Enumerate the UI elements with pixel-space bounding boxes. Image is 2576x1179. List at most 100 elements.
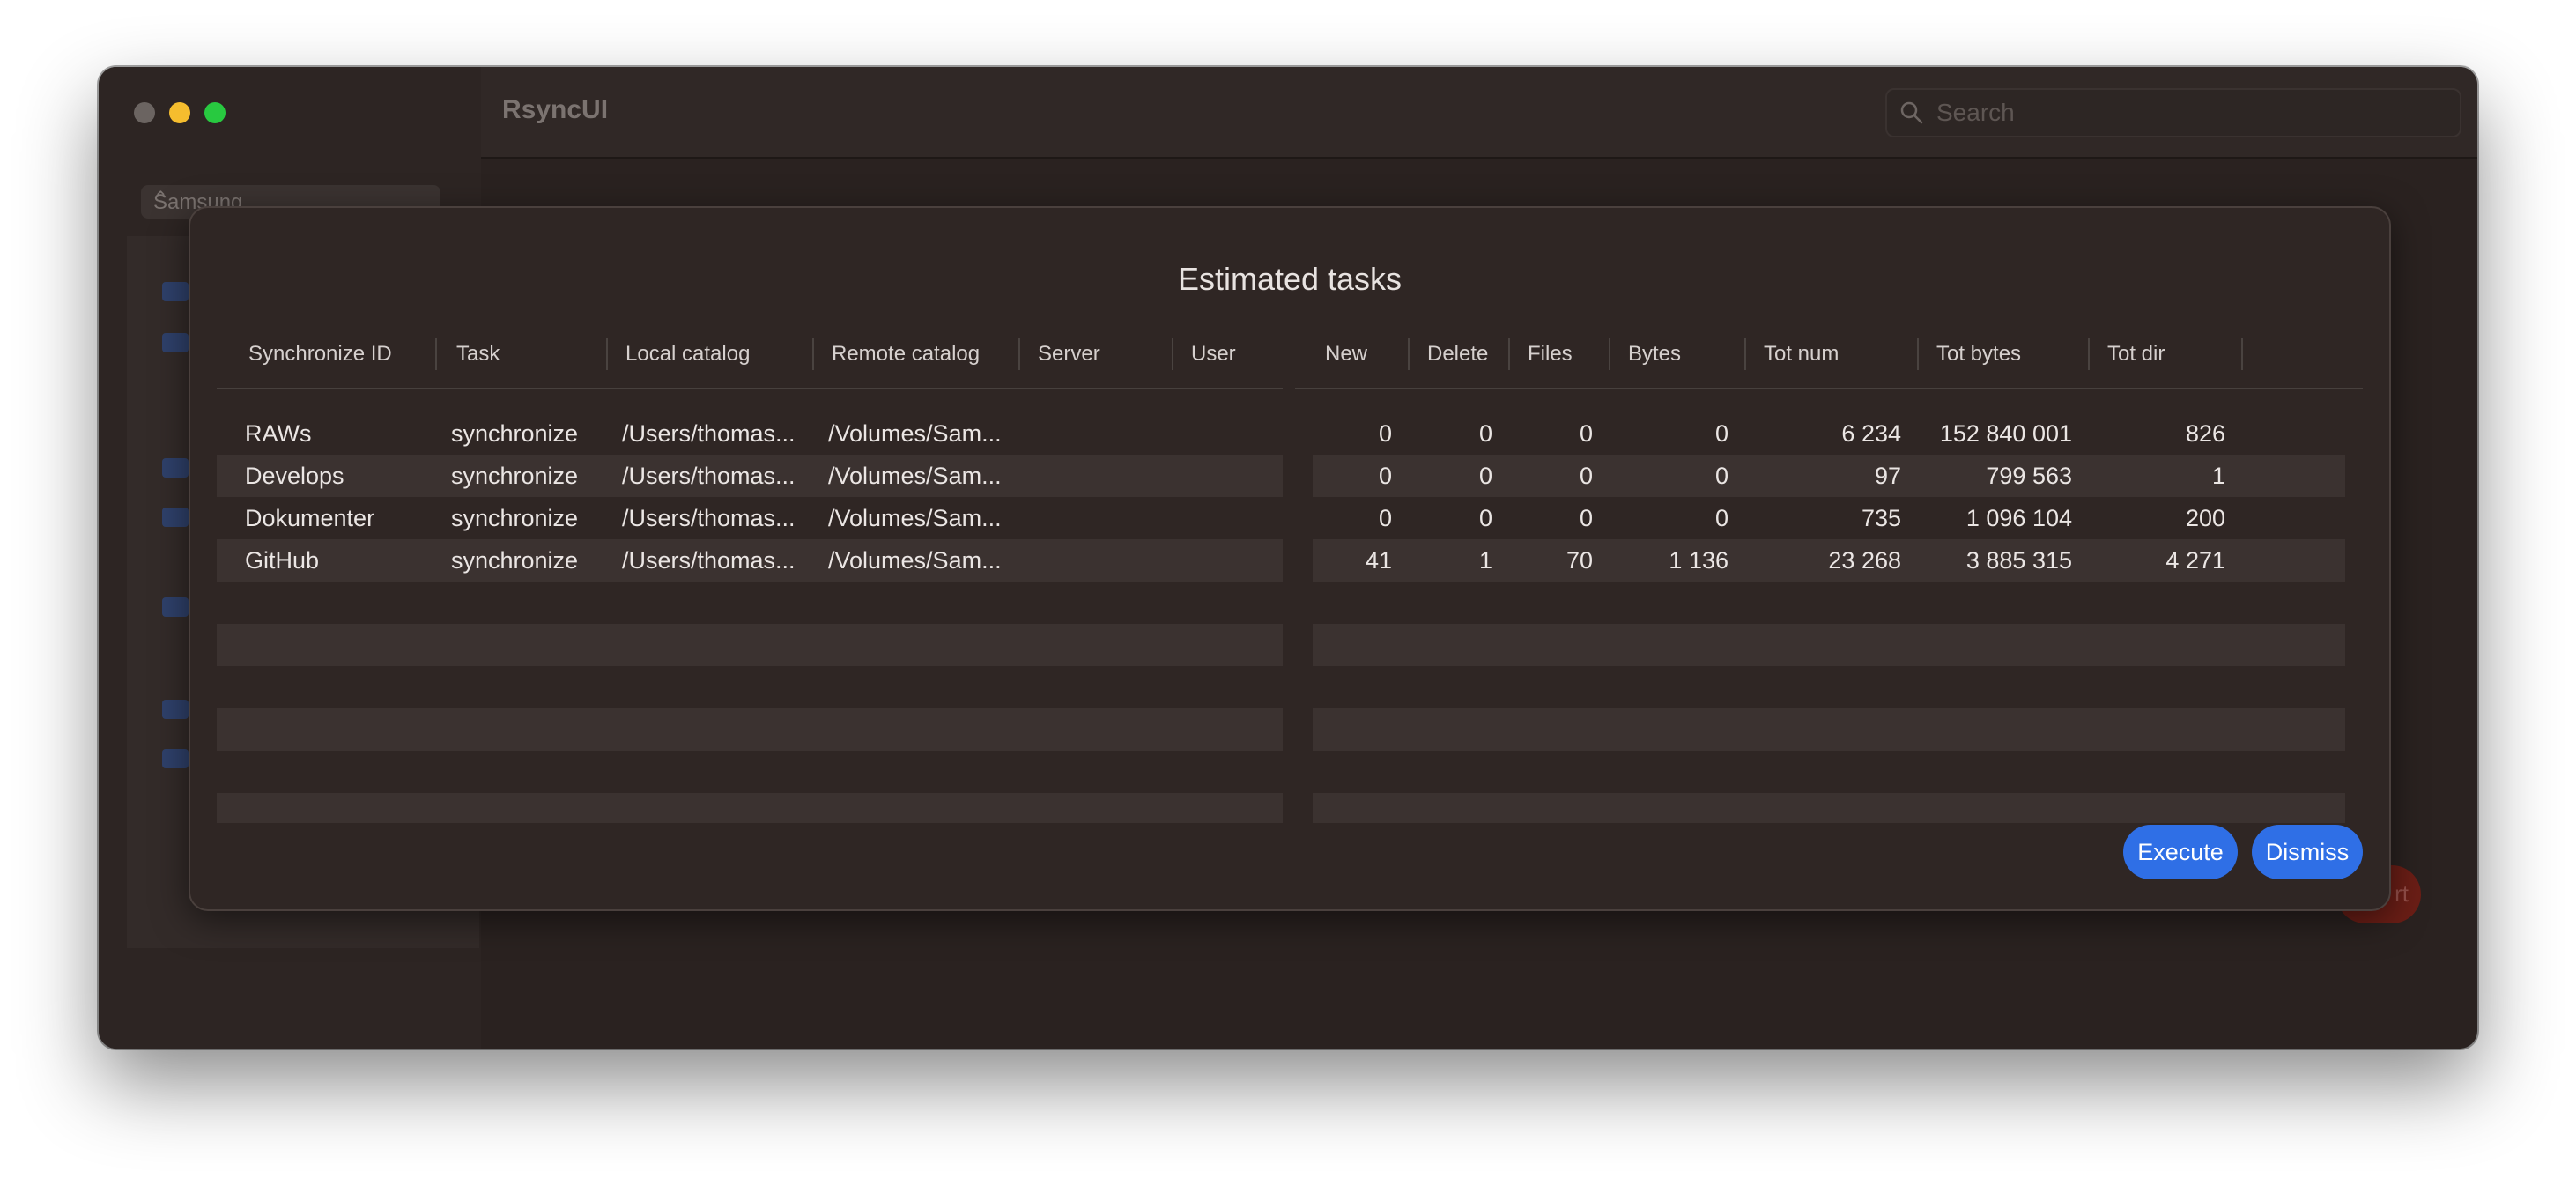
column-divider[interactable] [1508, 338, 1510, 370]
column-divider[interactable] [435, 338, 437, 370]
empty-row [1313, 624, 2345, 666]
cell-files: 0 [1579, 463, 1593, 489]
cell-bytes: 0 [1714, 505, 1728, 531]
cell-tot-bytes: 1 096 104 [1965, 505, 2072, 531]
cell-new: 0 [1378, 420, 1392, 447]
table-row[interactable]: GitHub synchronize /Users/thomas... /Vol… [217, 539, 1283, 582]
execute-button[interactable]: Execute [2123, 825, 2238, 879]
column-divider[interactable] [2088, 338, 2090, 370]
col-header-task[interactable]: Task [456, 342, 500, 367]
col-header-synchronize-id[interactable]: Synchronize ID [248, 342, 392, 367]
empty-row [1313, 666, 2345, 708]
column-divider[interactable] [1408, 338, 1410, 370]
cell-tot-dir: 1 [2211, 463, 2225, 489]
empty-row [217, 582, 1283, 624]
empty-row [1313, 708, 2345, 751]
table-row[interactable]: 0 0 0 0 97 799 563 1 [1313, 455, 2345, 497]
search-icon [1900, 101, 1923, 124]
cell-tot-dir: 826 [2185, 420, 2225, 447]
sheet-title: Estimated tasks [1177, 261, 1403, 297]
empty-row [1313, 751, 2345, 793]
cell-synchronize-id: Develops [245, 463, 344, 489]
cell-synchronize-id: Dokumenter [245, 505, 375, 531]
empty-row [1313, 793, 2345, 823]
table-row[interactable]: RAWs synchronize /Users/thomas... /Volum… [217, 412, 1283, 455]
col-header-local-catalog[interactable]: Local catalog [625, 342, 750, 367]
cell-synchronize-id: GitHub [245, 547, 320, 574]
sidebar-item-icon[interactable] [162, 508, 189, 527]
cell-task: synchronize [451, 505, 579, 531]
col-header-tot-num[interactable]: Tot num [1764, 342, 1839, 367]
col-header-remote-catalog[interactable]: Remote catalog [832, 342, 980, 367]
cell-bytes: 0 [1714, 463, 1728, 489]
col-header-tot-bytes[interactable]: Tot bytes [1936, 342, 2021, 367]
table-row[interactable]: Develops synchronize /Users/thomas... /V… [217, 455, 1283, 497]
sidebar-item-icon[interactable] [162, 597, 189, 617]
table-row[interactable]: 0 0 0 0 735 1 096 104 200 [1313, 497, 2345, 539]
cell-local-catalog: /Users/thomas... [622, 505, 796, 531]
right-table-header: New Delete Files Bytes Tot num Tot bytes… [1295, 338, 2363, 370]
cell-tot-num: 97 [1874, 463, 1901, 489]
search-input[interactable] [1935, 97, 2432, 129]
cell-local-catalog: /Users/thomas... [622, 547, 796, 574]
cell-task: synchronize [451, 420, 579, 447]
cell-synchronize-id: RAWs [245, 420, 312, 447]
empty-row [217, 666, 1283, 708]
cell-bytes: 1 136 [1669, 547, 1728, 574]
left-table: Synchronize ID Task Local catalog Remote… [217, 338, 1283, 835]
col-header-new[interactable]: New [1325, 342, 1367, 367]
cell-local-catalog: /Users/thomas... [622, 420, 796, 447]
table-row[interactable]: Dokumenter synchronize /Users/thomas... … [217, 497, 1283, 539]
empty-row [217, 751, 1283, 793]
cell-delete: 0 [1478, 420, 1492, 447]
cell-tot-num: 6 234 [1841, 420, 1901, 447]
header-divider [1295, 388, 2363, 389]
table-row[interactable]: 41 1 70 1 136 23 268 3 885 315 4 271 [1313, 539, 2345, 582]
sidebar-item-icon[interactable] [162, 282, 189, 301]
sidebar-item-icon[interactable] [162, 749, 189, 768]
column-divider[interactable] [606, 338, 608, 370]
cell-remote-catalog: /Volumes/Sam... [828, 505, 1002, 531]
search-field[interactable] [1885, 88, 2461, 137]
cell-new: 41 [1365, 547, 1392, 574]
cell-delete: 1 [1478, 547, 1492, 574]
cell-tot-bytes: 3 885 315 [1965, 547, 2072, 574]
cell-bytes: 0 [1714, 420, 1728, 447]
dismiss-button[interactable]: Dismiss [2252, 825, 2363, 879]
sidebar-item-icon[interactable] [162, 333, 189, 352]
col-header-delete[interactable]: Delete [1427, 342, 1488, 367]
cell-local-catalog: /Users/thomas... [622, 463, 796, 489]
cell-files: 0 [1579, 505, 1593, 531]
table-row[interactable]: 0 0 0 0 6 234 152 840 001 826 [1313, 412, 2345, 455]
minimize-window-button[interactable] [169, 102, 190, 123]
column-divider[interactable] [1917, 338, 1919, 370]
col-header-files[interactable]: Files [1528, 342, 1573, 367]
column-divider[interactable] [1744, 338, 1746, 370]
col-header-server[interactable]: Server [1038, 342, 1100, 367]
cell-remote-catalog: /Volumes/Sam... [828, 463, 1002, 489]
col-header-bytes[interactable]: Bytes [1628, 342, 1681, 367]
empty-row [1313, 582, 2345, 624]
sidebar-item-icon[interactable] [162, 700, 189, 719]
cell-files: 70 [1566, 547, 1593, 574]
cell-tot-num: 735 [1861, 505, 1901, 531]
sidebar-item-icon[interactable] [162, 458, 189, 478]
column-divider[interactable] [1172, 338, 1173, 370]
cell-task: synchronize [451, 463, 579, 489]
cell-new: 0 [1378, 505, 1392, 531]
cell-task: synchronize [451, 547, 579, 574]
column-divider[interactable] [1018, 338, 1020, 370]
col-header-tot-dir[interactable]: Tot dir [2107, 342, 2165, 367]
cell-remote-catalog: /Volumes/Sam... [828, 547, 1002, 574]
cell-files: 0 [1579, 420, 1593, 447]
empty-row [217, 793, 1283, 823]
close-window-button[interactable] [134, 102, 155, 123]
empty-row [217, 708, 1283, 751]
column-divider[interactable] [1609, 338, 1610, 370]
empty-row [217, 624, 1283, 666]
column-divider[interactable] [2241, 338, 2243, 370]
col-header-user[interactable]: User [1191, 342, 1236, 367]
zoom-window-button[interactable] [204, 102, 226, 123]
estimated-tasks-sheet: Estimated tasks Synchronize ID Task Loca… [189, 206, 2391, 911]
column-divider[interactable] [812, 338, 814, 370]
